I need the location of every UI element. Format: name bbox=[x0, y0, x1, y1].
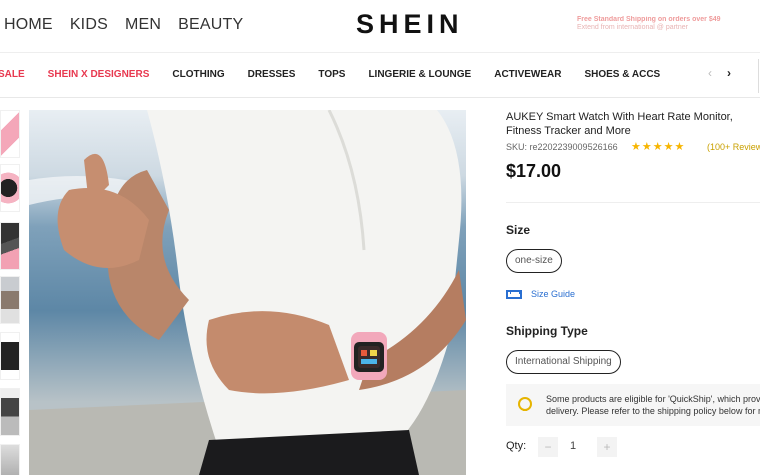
thumbnail-6[interactable] bbox=[0, 388, 20, 436]
category-lingerie-lounge[interactable]: LINGERIE & LOUNGE bbox=[368, 69, 471, 80]
quickship-notice-text: Some products are eligible for 'QuickShi… bbox=[546, 393, 760, 417]
size-label: Size bbox=[506, 223, 531, 237]
notice-line-2: delivery. Please refer to the shipping p… bbox=[546, 406, 760, 416]
size-guide-link[interactable]: Size Guide bbox=[506, 289, 575, 299]
quantity-increase-button[interactable]: + bbox=[597, 437, 617, 457]
category-clothing[interactable]: CLOTHING bbox=[172, 69, 224, 80]
category-list: SALE SHEIN X DESIGNERS CLOTHING DRESSES … bbox=[0, 69, 660, 80]
category-bar: SALE SHEIN X DESIGNERS CLOTHING DRESSES … bbox=[0, 52, 760, 98]
product-main-image[interactable] bbox=[29, 110, 466, 475]
product-price: $17.00 bbox=[506, 161, 562, 181]
nav-men[interactable]: MEN bbox=[125, 16, 161, 34]
reviews-link[interactable]: (100+ Reviews) bbox=[707, 142, 760, 152]
category-activewear[interactable]: ACTIVEWEAR bbox=[494, 69, 561, 80]
product-title: AUKEY Smart Watch With Heart Rate Monito… bbox=[506, 111, 733, 137]
nav-beauty[interactable]: BEAUTY bbox=[178, 16, 243, 34]
chevron-left-icon[interactable]: ‹ bbox=[708, 66, 712, 80]
thumbnail-4[interactable] bbox=[0, 276, 20, 324]
promo-line-1: Free Standard Shipping on orders over $4… bbox=[577, 16, 721, 23]
category-sale[interactable]: SALE bbox=[0, 69, 25, 80]
star-rating-icon: ★★★★★ bbox=[631, 141, 686, 153]
promo-banner[interactable]: Free Standard Shipping on orders over $4… bbox=[577, 16, 760, 32]
thumbnail-3[interactable] bbox=[0, 222, 20, 270]
ruler-icon bbox=[506, 289, 522, 299]
price-divider bbox=[506, 202, 760, 203]
category-shein-x-designers[interactable]: SHEIN X DESIGNERS bbox=[48, 69, 150, 80]
shipping-option-button[interactable]: International Shipping bbox=[506, 350, 621, 374]
thumbnail-5[interactable] bbox=[0, 332, 20, 380]
category-tops[interactable]: TOPS bbox=[318, 69, 345, 80]
quantity-value[interactable]: 1 bbox=[570, 440, 576, 452]
brand-logo[interactable]: SHEIN bbox=[356, 9, 464, 40]
quantity-decrease-button[interactable]: − bbox=[538, 437, 558, 457]
nav-kids[interactable]: KIDS bbox=[70, 16, 108, 34]
notice-line-1: Some products are eligible for 'QuickShi… bbox=[546, 394, 760, 404]
nav-home[interactable]: HOME bbox=[4, 16, 53, 34]
product-sku: SKU: re2202239009526166 bbox=[506, 142, 618, 152]
thumbnail-1[interactable] bbox=[0, 110, 20, 158]
thumbnail-7[interactable] bbox=[0, 444, 20, 475]
shipping-type-label: Shipping Type bbox=[506, 324, 588, 338]
product-photo-illustration bbox=[29, 110, 466, 475]
thumbnail-2[interactable] bbox=[0, 164, 20, 212]
lightbulb-icon bbox=[518, 397, 532, 411]
promo-line-2: Extend from international @ partner bbox=[577, 24, 688, 31]
quantity-label: Qty: bbox=[506, 440, 527, 452]
size-option-button[interactable]: one-size bbox=[506, 249, 562, 273]
top-nav: HOME KIDS MEN BEAUTY bbox=[4, 16, 243, 34]
category-shoes-accs[interactable]: SHOES & ACCS bbox=[584, 69, 660, 80]
top-header: HOME KIDS MEN BEAUTY SHEIN Free Standard… bbox=[0, 0, 760, 52]
category-divider bbox=[758, 59, 759, 93]
category-dresses[interactable]: DRESSES bbox=[248, 69, 296, 80]
chevron-right-icon[interactable]: › bbox=[727, 66, 731, 80]
size-guide-label: Size Guide bbox=[531, 289, 576, 299]
quickship-notice: Some products are eligible for 'QuickShi… bbox=[506, 384, 760, 426]
